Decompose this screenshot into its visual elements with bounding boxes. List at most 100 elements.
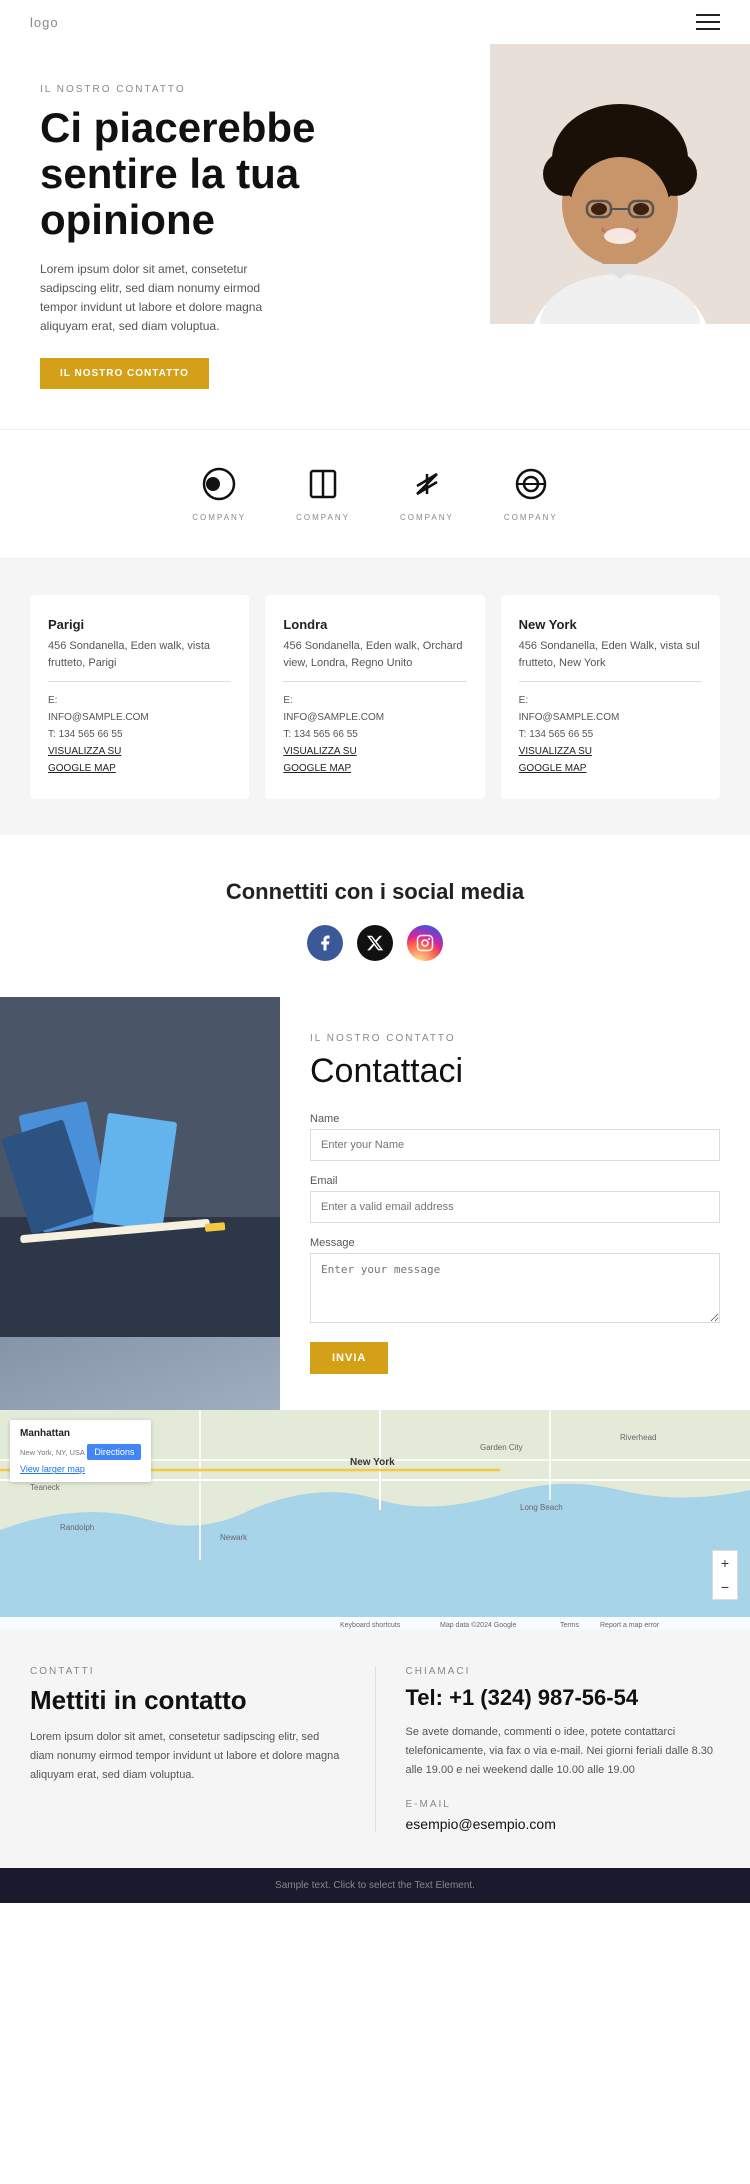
svg-text:Riverhead: Riverhead: [620, 1433, 656, 1442]
email-input[interactable]: [310, 1191, 720, 1223]
footer: Sample text. Click to select the Text El…: [0, 1868, 750, 1903]
office-map-link-newyork[interactable]: VISUALIZZA SUGOOGLE MAP: [519, 743, 702, 777]
office-phone-london: 134 565 66 55: [294, 729, 358, 740]
bottom-right-label: CHIAMACI: [406, 1666, 721, 1677]
office-address-london: 456 Sondanella, Eden walk, Orchard view,…: [283, 638, 466, 671]
map-directions-button[interactable]: Directions: [87, 1444, 141, 1460]
hero-image: [490, 44, 750, 429]
contact-form: IL NOSTRO CONTATTO Contattaci Name Email…: [280, 997, 750, 1410]
offices-section: Parigi 456 Sondanella, Eden walk, vista …: [0, 559, 750, 835]
send-button[interactable]: INVIA: [310, 1342, 388, 1374]
call-description: Se avete domande, commenti o idee, potet…: [406, 1723, 721, 1779]
svg-text:New York: New York: [350, 1457, 395, 1468]
hero-portrait-svg: [490, 44, 750, 324]
email-section-label: E-MAIL: [406, 1799, 721, 1810]
company-name-4: COMPANY: [504, 513, 558, 522]
company-name-1: COMPANY: [192, 513, 246, 522]
office-contact-london: E: INFO@SAMPLE.COM T: 134 565 66 55 VISU…: [283, 692, 466, 777]
email-label: E:: [519, 695, 528, 706]
email-address: esempio@esempio.com: [406, 1816, 721, 1832]
logo-item-3: COMPANY: [400, 466, 454, 522]
office-card-london: Londra 456 Sondanella, Eden walk, Orchar…: [265, 595, 484, 799]
map-info-card: Manhattan New York, NY, USA Directions V…: [10, 1420, 151, 1482]
bottom-left-title: Mettiti in contatto: [30, 1685, 345, 1716]
svg-text:Garden City: Garden City: [480, 1443, 523, 1452]
svg-text:Terms: Terms: [560, 1622, 580, 1629]
company-logo-3: [409, 466, 445, 509]
office-city-paris: Parigi: [48, 617, 231, 632]
hero-label: IL NOSTRO CONTATTO: [40, 84, 460, 95]
svg-text:Randolph: Randolph: [60, 1523, 94, 1532]
office-scene-svg: [0, 997, 280, 1337]
office-email-newyork: INFO@SAMPLE.COM: [519, 712, 620, 723]
bottom-info-section: CONTATTI Mettiti in contatto Lorem ipsum…: [0, 1630, 750, 1868]
map-view-link[interactable]: View larger map: [20, 1464, 141, 1474]
phone-number: Tel: +1 (324) 987-56-54: [406, 1685, 721, 1711]
name-label: Name: [310, 1113, 720, 1125]
logo-item-4: COMPANY: [504, 466, 558, 522]
bottom-left-desc: Lorem ipsum dolor sit amet, consetetur s…: [30, 1728, 345, 1784]
svg-text:Teaneck: Teaneck: [30, 1483, 61, 1492]
logo-item-2: COMPANY: [296, 466, 350, 522]
social-title: Connettiti con i social media: [30, 879, 720, 905]
name-input[interactable]: [310, 1129, 720, 1161]
phone-label: T:: [283, 729, 294, 740]
contact-label: IL NOSTRO CONTATTO: [310, 1033, 720, 1044]
company-name-2: COMPANY: [296, 513, 350, 522]
contact-left-bg: [0, 997, 280, 1410]
phone-label: T:: [48, 729, 59, 740]
map-zoom-in[interactable]: +: [713, 1551, 737, 1575]
office-map-link-london[interactable]: VISUALIZZA SUGOOGLE MAP: [283, 743, 466, 777]
message-label: Message: [310, 1237, 720, 1249]
map-location: Manhattan: [20, 1428, 141, 1439]
email-label: Email: [310, 1175, 720, 1187]
contact-title: Contattaci: [310, 1052, 720, 1091]
office-address-newyork: 456 Sondanella, Eden Walk, vista sul fru…: [519, 638, 702, 671]
office-contact-paris: E: INFO@SAMPLE.COM T: 134 565 66 55 VISU…: [48, 692, 231, 777]
office-address-paris: 456 Sondanella, Eden walk, vista fruttet…: [48, 638, 231, 671]
hero-cta-button[interactable]: IL NOSTRO CONTATTO: [40, 358, 209, 389]
svg-text:Newark: Newark: [220, 1533, 248, 1542]
social-icons: [30, 925, 720, 961]
map-zoom-out[interactable]: −: [713, 1575, 737, 1599]
social-section: Connettiti con i social media: [0, 835, 750, 997]
svg-text:Keyboard shortcuts: Keyboard shortcuts: [340, 1622, 401, 1629]
name-field-group: Name: [310, 1113, 720, 1161]
facebook-icon[interactable]: [307, 925, 343, 961]
office-card-paris: Parigi 456 Sondanella, Eden walk, vista …: [30, 595, 249, 799]
message-field-group: Message: [310, 1237, 720, 1328]
svg-text:Report a map error: Report a map error: [600, 1622, 660, 1629]
bottom-left-label: CONTATTI: [30, 1666, 345, 1677]
office-city-newyork: New York: [519, 617, 702, 632]
office-map-link-paris[interactable]: VISUALIZZA SUGOOGLE MAP: [48, 743, 231, 777]
svg-text:Map data ©2024 Google: Map data ©2024 Google: [440, 1621, 516, 1629]
svg-text:Long Beach: Long Beach: [520, 1503, 563, 1512]
hero-description: Lorem ipsum dolor sit amet, consetetur s…: [40, 260, 280, 337]
office-phone-newyork: 134 565 66 55: [529, 729, 593, 740]
bottom-right-panel: CHIAMACI Tel: +1 (324) 987-56-54 Se avet…: [375, 1666, 721, 1832]
email-field-group: Email: [310, 1175, 720, 1223]
company-name-3: COMPANY: [400, 513, 454, 522]
contact-form-section: IL NOSTRO CONTATTO Contattaci Name Email…: [0, 997, 750, 1410]
footer-text: Sample text. Click to select the Text El…: [30, 1880, 720, 1891]
hero-section: IL NOSTRO CONTATTO Ci piacerebbe sentire…: [0, 44, 750, 429]
instagram-icon[interactable]: [407, 925, 443, 961]
email-label: E:: [283, 695, 292, 706]
map-address: New York, NY, USA: [20, 1448, 85, 1457]
header: logo: [0, 0, 750, 44]
message-input[interactable]: [310, 1253, 720, 1323]
hero-content: IL NOSTRO CONTATTO Ci piacerebbe sentire…: [0, 44, 490, 429]
logo: logo: [30, 15, 59, 30]
company-logo-2: [305, 466, 341, 509]
map-zoom-controls: + −: [712, 1550, 738, 1600]
menu-button[interactable]: [696, 14, 720, 30]
company-logo-1: [201, 466, 237, 509]
bottom-left-panel: CONTATTI Mettiti in contatto Lorem ipsum…: [30, 1666, 375, 1784]
hero-title: Ci piacerebbe sentire la tua opinione: [40, 105, 460, 244]
map-section: New York Yonkers Teaneck Garden City Lon…: [0, 1410, 750, 1630]
contact-image: [0, 997, 280, 1410]
x-twitter-icon[interactable]: [357, 925, 393, 961]
office-contact-newyork: E: INFO@SAMPLE.COM T: 134 565 66 55 VISU…: [519, 692, 702, 777]
office-card-newyork: New York 456 Sondanella, Eden Walk, vist…: [501, 595, 720, 799]
logos-section: COMPANY COMPANY COMPANY COMPANY: [0, 429, 750, 559]
